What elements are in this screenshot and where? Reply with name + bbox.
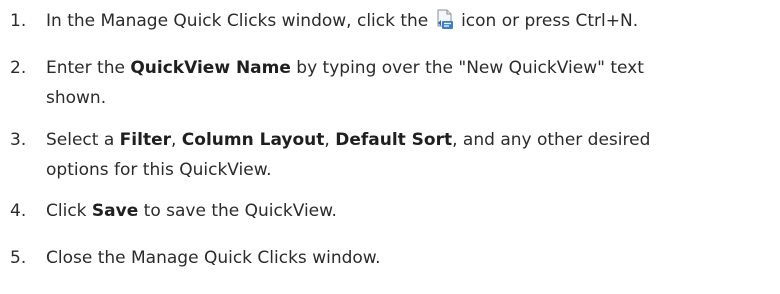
separator: , [170,130,177,150]
step-2-text-b: by typing over the "New QuickView" text [296,58,644,78]
instruction-list: 1. In the Manage Quick Clicks window, cl… [0,0,780,294]
filter-label: Filter [119,130,171,150]
step-number: 5. [10,248,27,268]
step-3-text-a: Select a [46,130,115,150]
step-text: Select a Filter, Column Layout, Default … [46,125,770,185]
new-document-icon [437,9,453,29]
step-text: In the Manage Quick Clicks window, click… [46,6,770,36]
step-text: Click Save to save the QuickView. [46,196,770,226]
new-quickview-icon [435,9,455,30]
step-number: 1. [10,11,27,31]
quickview-name-label: QuickView Name [130,58,291,78]
column-layout-label: Column Layout [181,130,325,150]
step-4-text-a: Click [46,201,87,221]
step-3-line-1: Select a Filter, Column Layout, Default … [46,125,770,155]
step-4-text-b: to save the QuickView. [143,201,337,221]
step-text: Enter the QuickView Name by typing over … [46,53,770,113]
step-1-text-before: In the Manage Quick Clicks window, click… [46,11,429,31]
step-2-line-2: shown. [46,88,107,108]
step-3-text-b: , and any other desired [452,130,651,150]
step-number: 4. [10,201,27,221]
step-number: 3. [10,130,27,150]
default-sort-label: Default Sort [335,130,453,150]
step-text: Close the Manage Quick Clicks window. [46,248,381,268]
step-1-text-after: icon or press Ctrl+N. [461,11,639,31]
step-number: 2. [10,58,27,78]
step-2-line-1: Enter the QuickView Name by typing over … [46,53,770,83]
step-2-text-a: Enter the [46,58,125,78]
save-label: Save [91,201,139,221]
step-3-line-2: options for this QuickView. [46,160,272,180]
separator: , [324,130,330,150]
